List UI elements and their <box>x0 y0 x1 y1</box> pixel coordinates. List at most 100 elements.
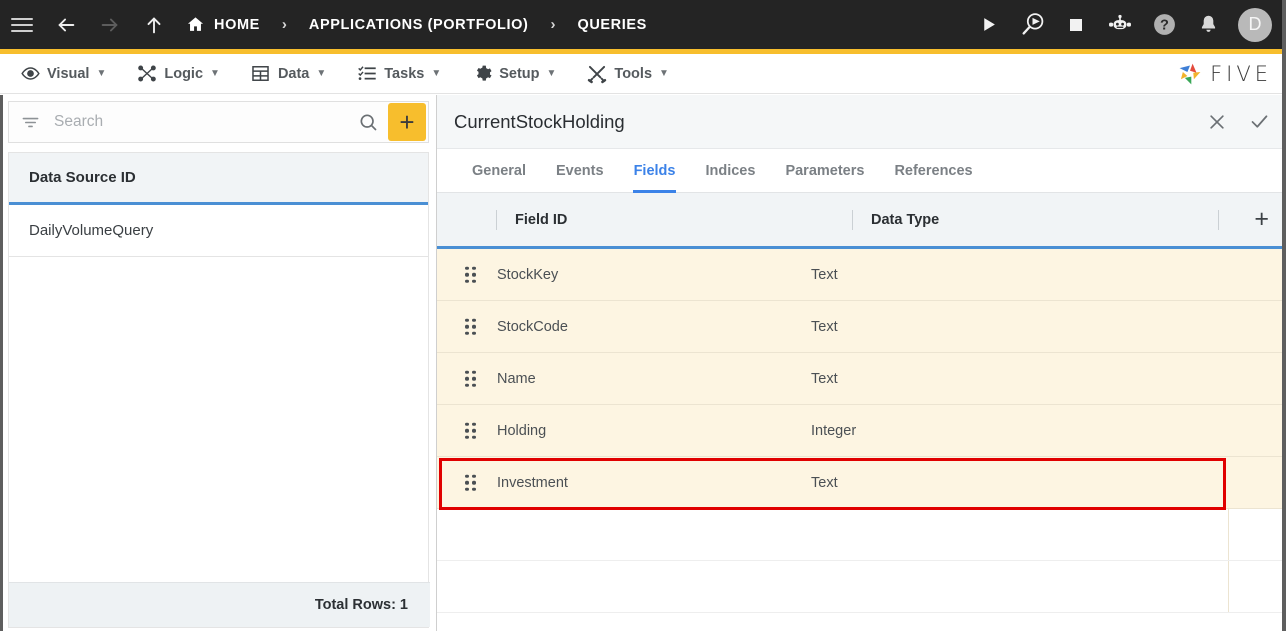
detail-header: CurrentStockHolding <box>437 95 1286 149</box>
fields-grid-header: Field ID Data Type + <box>437 193 1286 249</box>
menu-item-visual[interactable]: Visual ▼ <box>9 54 117 94</box>
home-icon <box>186 15 205 34</box>
menu-item-tasks[interactable]: Tasks ▼ <box>346 54 452 94</box>
menu-item-tools[interactable]: Tools ▼ <box>576 54 680 94</box>
menu-item-data[interactable]: Data ▼ <box>240 54 337 94</box>
cell-field-id: Investment <box>497 474 568 491</box>
detail-header-actions <box>1207 111 1270 132</box>
tab-events[interactable]: Events <box>541 149 619 192</box>
hamburger-menu-button[interactable] <box>0 0 44 49</box>
column-header-field-id[interactable]: Field ID <box>497 193 852 246</box>
breadcrumb-label-queries: QUERIES <box>577 16 647 33</box>
table-row[interactable]: StockCode Text <box>437 301 1286 353</box>
table-row[interactable]: Name Text <box>437 353 1286 405</box>
search-icon[interactable] <box>358 112 378 132</box>
tab-label: General <box>472 162 526 179</box>
list-item[interactable]: DailyVolumeQuery <box>9 205 428 257</box>
chevron-down-icon: ▼ <box>316 68 327 79</box>
save-button[interactable] <box>1249 111 1270 132</box>
drag-handle-icon[interactable] <box>465 318 476 335</box>
debug-button[interactable] <box>1010 0 1054 49</box>
data-source-list-header[interactable]: Data Source ID <box>9 153 428 205</box>
drag-handle-icon[interactable] <box>465 370 476 387</box>
detail-panel: CurrentStockHolding General Events Field… <box>437 95 1286 631</box>
tab-label: Events <box>556 162 604 179</box>
table-row[interactable]: StockKey Text <box>437 249 1286 301</box>
menu-item-setup[interactable]: Setup ▼ <box>461 54 567 94</box>
drag-handle-icon[interactable] <box>465 474 476 491</box>
cell-field-id: StockCode <box>497 318 568 335</box>
chevron-down-icon: ▼ <box>210 68 220 79</box>
menu-item-logic[interactable]: Logic ▼ <box>126 54 231 94</box>
cell-data-type: Text <box>811 318 838 335</box>
grid-empty-row <box>437 561 1286 613</box>
column-header-label: Field ID <box>515 211 568 228</box>
tab-indices[interactable]: Indices <box>690 149 770 192</box>
tab-parameters[interactable]: Parameters <box>770 149 879 192</box>
grid-column-divider <box>1228 509 1229 560</box>
list-item-label: DailyVolumeQuery <box>29 222 154 239</box>
table-row-investment[interactable]: Investment Text <box>437 457 1286 509</box>
add-field-button[interactable]: + <box>1254 207 1269 232</box>
stop-button[interactable] <box>1054 0 1098 49</box>
brand-text: FIVE <box>1210 62 1272 86</box>
tab-label: Fields <box>633 162 676 179</box>
column-header-label: Data Type <box>871 211 940 228</box>
breadcrumb-item-queries[interactable]: QUERIES <box>577 17 646 33</box>
back-button[interactable] <box>44 0 88 49</box>
column-header-data-type[interactable]: Data Type <box>853 193 1218 246</box>
plus-icon: + <box>399 107 415 137</box>
grid-column-divider <box>1228 561 1229 612</box>
svg-text:?: ? <box>1160 18 1169 34</box>
tab-label: Parameters <box>785 162 865 179</box>
hamburger-icon <box>11 14 33 36</box>
menu-label-tools: Tools <box>614 65 653 82</box>
up-button[interactable] <box>132 0 176 49</box>
tab-label: Indices <box>705 162 756 179</box>
gear-icon <box>472 64 492 84</box>
notifications-button[interactable] <box>1186 0 1230 49</box>
tab-references[interactable]: References <box>879 149 987 192</box>
chevron-down-icon: ▼ <box>659 68 669 79</box>
drag-handle-icon[interactable] <box>465 266 476 283</box>
drag-handle-icon[interactable] <box>465 422 476 439</box>
sidebar-panel: + Data Source ID DailyVolumeQuery Total … <box>0 95 437 631</box>
avatar[interactable]: D <box>1238 7 1272 42</box>
tab-general[interactable]: General <box>457 149 541 192</box>
close-button[interactable] <box>1207 112 1227 132</box>
column-divider-3[interactable] <box>1218 209 1219 230</box>
search-input[interactable] <box>54 113 358 131</box>
grid-empty-row <box>437 509 1286 561</box>
cell-field-id: Holding <box>497 422 547 439</box>
add-data-source-button[interactable]: + <box>388 103 426 141</box>
chevron-down-icon: ▼ <box>96 68 107 79</box>
flow-nodes-icon <box>137 64 157 84</box>
tools-cross-icon <box>587 64 607 84</box>
cell-field-id: StockKey <box>497 266 559 283</box>
eye-icon <box>20 64 40 84</box>
forward-button[interactable] <box>88 0 132 49</box>
robot-icon <box>1109 14 1131 29</box>
breadcrumb-item-home[interactable]: HOME <box>186 15 260 34</box>
brand-logo: FIVE <box>1177 54 1272 94</box>
menu-label-data: Data <box>277 65 310 82</box>
detail-tabs: General Events Fields Indices Parameters… <box>437 149 1286 193</box>
breadcrumb-label-home: HOME <box>214 16 260 33</box>
stop-square-icon <box>1070 18 1082 31</box>
application-menu-bar: Visual ▼ Logic ▼ Data ▼ Tasks ▼ Setup ▼ … <box>0 54 1286 94</box>
cell-field-id: Name <box>497 370 536 387</box>
help-button[interactable]: ? <box>1142 0 1186 49</box>
filter-icon[interactable] <box>21 113 40 132</box>
assistant-button[interactable] <box>1098 0 1142 49</box>
cell-data-type: Text <box>811 370 838 387</box>
run-button[interactable] <box>966 0 1010 49</box>
tab-fields[interactable]: Fields <box>619 149 691 193</box>
breadcrumb-separator-2: › <box>550 16 556 33</box>
menu-label-tasks: Tasks <box>384 65 425 82</box>
breadcrumb-label-applications: APPLICATIONS (PORTFOLIO) <box>308 16 529 33</box>
cell-data-type: Text <box>811 266 838 283</box>
table-row[interactable]: Holding Integer <box>437 405 1286 457</box>
menu-label-visual: Visual <box>47 65 90 82</box>
breadcrumb-item-applications[interactable]: APPLICATIONS (PORTFOLIO) <box>309 17 529 33</box>
close-icon <box>1210 114 1224 129</box>
